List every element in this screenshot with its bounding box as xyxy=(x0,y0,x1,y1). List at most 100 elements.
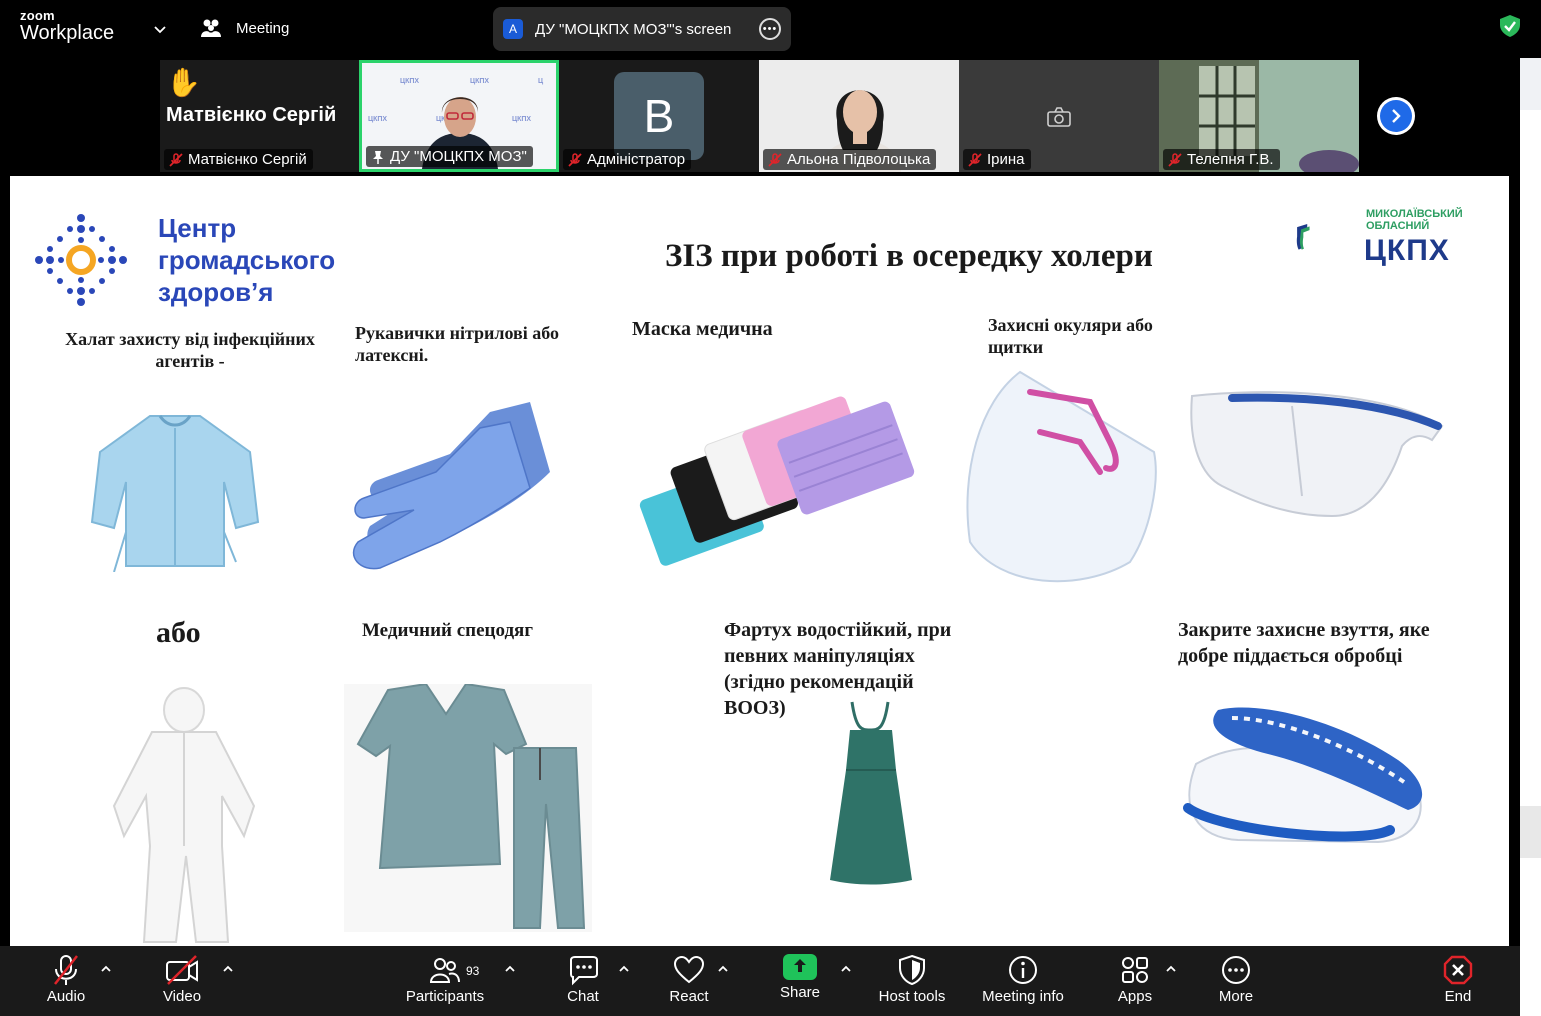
participant-name: Матвієнко Сергій xyxy=(188,151,307,168)
participant-tile[interactable]: Телепня Г.В. xyxy=(1159,60,1359,172)
video-button[interactable]: Video xyxy=(156,954,208,1005)
protective-coverall-image xyxy=(112,687,256,943)
svg-text:Ц: Ц xyxy=(538,78,544,85)
participant-display-name: Матвієнко Сергій xyxy=(166,104,337,126)
muted-mic-icon xyxy=(568,152,582,167)
apps-button[interactable]: Apps xyxy=(1114,954,1156,1005)
chevron-up-icon[interactable] xyxy=(717,964,729,974)
muted-mic-icon xyxy=(1168,152,1182,167)
shield-check-icon[interactable] xyxy=(1499,14,1521,38)
waterproof-apron-image xyxy=(830,701,912,885)
participants-icon xyxy=(429,958,460,983)
gallery-next-button[interactable] xyxy=(1377,97,1415,135)
mask-label: Маска медична xyxy=(632,318,773,340)
sharer-avatar: A xyxy=(503,19,523,39)
share-screen-icon xyxy=(783,954,817,980)
muted-mic-icon xyxy=(768,152,782,167)
participant-name: Альона Підволоцька xyxy=(787,151,931,168)
participant-name: Телепня Г.В. xyxy=(1187,151,1274,168)
participant-name-tag: Альона Підволоцька xyxy=(763,149,937,170)
heart-icon xyxy=(673,955,705,984)
participant-name-tag: Матвієнко Сергій xyxy=(164,149,313,170)
react-button[interactable]: React xyxy=(668,954,710,1005)
participant-tile-active-speaker[interactable]: ЦКПХЦКПХЦ ЦКПХЦКПХЦКПХ ДУ "МОЦКПХ МОЗ" xyxy=(359,60,559,172)
chat-button[interactable]: Chat xyxy=(562,954,604,1005)
chevron-up-icon[interactable] xyxy=(222,964,234,974)
chevron-down-icon[interactable] xyxy=(153,22,167,36)
more-label: More xyxy=(1218,988,1254,1005)
end-label: End xyxy=(1444,988,1472,1005)
gallery-strip: ✋ Матвієнко Сергій Матвієнко Сергій ЦКПХ… xyxy=(0,58,1520,174)
svg-text:ЦКПХ: ЦКПХ xyxy=(368,116,387,123)
public-health-center-logo xyxy=(35,214,127,306)
isolation-gown-image xyxy=(90,415,260,572)
label-line: латексні. xyxy=(355,345,429,365)
participant-name: Адміністратор xyxy=(587,151,686,168)
share-label: Share xyxy=(779,984,821,1001)
regional-center-logo xyxy=(1296,224,1312,250)
participants-button[interactable]: Participants xyxy=(400,954,490,1005)
side-panel-rail[interactable] xyxy=(1520,58,1541,1016)
share-button[interactable]: Share xyxy=(776,954,824,1001)
more-icon xyxy=(1222,956,1250,984)
brand-small: zoom xyxy=(20,8,55,23)
more-button[interactable]: More xyxy=(1214,954,1258,1005)
participants-count: 93 xyxy=(466,964,480,978)
chevron-up-icon[interactable] xyxy=(504,964,516,974)
participants-label: Participants xyxy=(405,988,485,1005)
chevron-up-icon[interactable] xyxy=(100,964,112,974)
participant-name-tag: Ірина xyxy=(963,149,1031,170)
participant-tile[interactable]: B Адміністратор xyxy=(559,60,759,172)
audio-button[interactable]: Audio xyxy=(38,954,94,1005)
chevron-right-icon xyxy=(1380,100,1412,132)
end-icon xyxy=(1443,955,1473,985)
shoes-label: Закрите захисне взуття, яке добре піддає… xyxy=(1178,617,1430,669)
label-line: агентів - xyxy=(155,351,225,371)
gloves-label: Рукавички нітрилові або латексні. xyxy=(355,322,559,366)
participant-name: ДУ "МОЦКПХ МОЗ" xyxy=(390,148,527,165)
screen-share-indicator[interactable]: A ДУ "МОЦКПХ МОЗ"'s screen ••• xyxy=(493,7,791,51)
people-icon xyxy=(201,19,221,37)
slide-title: ЗІЗ при роботі в осередку холери xyxy=(665,238,1153,274)
participant-tile[interactable]: Альона Підволоцька xyxy=(759,60,959,172)
logo-text-line: громадського xyxy=(158,245,336,275)
more-options-icon[interactable]: ••• xyxy=(759,18,781,40)
or-label: або xyxy=(156,616,201,649)
brand-large: Workplace xyxy=(20,22,115,44)
label-line: Халат захисту від інфекційних xyxy=(65,329,315,349)
react-label: React xyxy=(669,988,709,1005)
label-line: Рукавички нітрилові або xyxy=(355,323,560,343)
audio-label: Audio xyxy=(46,988,86,1005)
participant-name-tag: Адміністратор xyxy=(563,149,692,170)
meeting-toolbar: Audio Video Participants 93 Chat React S… xyxy=(0,946,1520,1016)
end-meeting-button[interactable]: End xyxy=(1440,954,1476,1005)
regional-center-acronym: ЦКПХ xyxy=(1364,234,1450,267)
label-line: Захисні окуляри або xyxy=(988,315,1153,335)
participant-name-tag: Телепня Г.В. xyxy=(1163,149,1280,170)
label-line: щитки xyxy=(988,337,1044,357)
label-line: (згідно рекомендацій xyxy=(724,671,914,693)
share-title: ДУ "МОЦКПХ МОЗ"'s screen xyxy=(535,20,732,38)
goggles-label: Захисні окуляри або щитки xyxy=(988,314,1153,358)
top-bar: zoom Workplace Meeting A ДУ "МОЦКПХ МОЗ"… xyxy=(0,0,1541,58)
meeting-info-button[interactable]: Meeting info xyxy=(976,954,1070,1005)
participant-name-tag: ДУ "МОЦКПХ МОЗ" xyxy=(366,146,533,167)
svg-text:ЦКПХ: ЦКПХ xyxy=(470,78,489,85)
scrubs-label: Медичний спецодяг xyxy=(362,620,533,641)
muted-mic-icon xyxy=(968,152,982,167)
participant-tile[interactable]: Ірина xyxy=(959,60,1159,172)
logo-text-line: Центр xyxy=(158,213,237,243)
pin-icon xyxy=(373,150,383,164)
svg-text:ЦКПХ: ЦКПХ xyxy=(512,116,531,123)
chevron-up-icon[interactable] xyxy=(1165,964,1177,974)
host-tools-button[interactable]: Host tools xyxy=(874,954,950,1005)
zoom-workplace-menu[interactable]: zoom Workplace xyxy=(20,9,114,43)
chevron-up-icon[interactable] xyxy=(618,964,630,974)
participant-tile[interactable]: ✋ Матвієнко Сергій Матвієнко Сергій xyxy=(160,60,360,172)
meeting-tab[interactable]: Meeting xyxy=(200,18,289,38)
logo-text-line: здоров’я xyxy=(158,277,274,307)
apps-icon xyxy=(1122,957,1148,983)
video-off-icon xyxy=(166,955,198,985)
shared-screen-slide: Центр громадського здоров’я ЗІЗ при робо… xyxy=(10,176,1509,946)
chevron-up-icon[interactable] xyxy=(840,964,852,974)
